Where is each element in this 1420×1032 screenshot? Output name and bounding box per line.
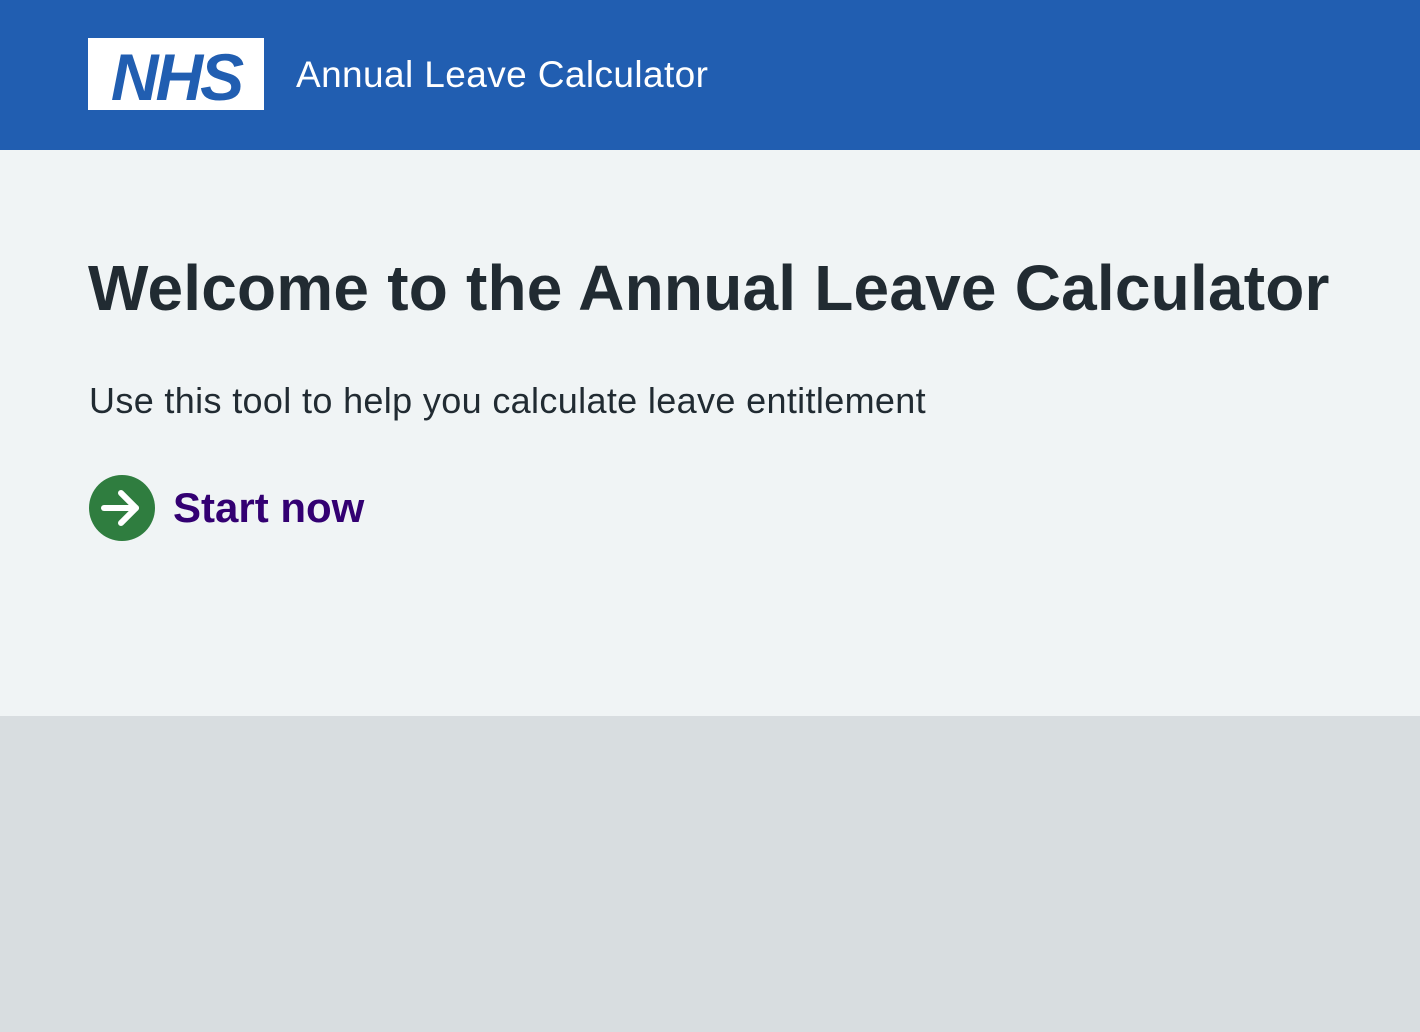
service-name-link[interactable]: Annual Leave Calculator: [296, 53, 708, 97]
start-now-link[interactable]: Start now: [88, 474, 364, 542]
site-header: NHS Annual Leave Calculator: [0, 0, 1420, 150]
page-title: Welcome to the Annual Leave Calculator: [88, 252, 1330, 324]
nhs-logo-link[interactable]: NHS: [88, 38, 264, 114]
page-lede: Use this tool to help you calculate leav…: [89, 380, 927, 421]
nhs-logo-text: NHS: [111, 40, 244, 110]
start-now-label: Start now: [173, 484, 365, 531]
main-content: Welcome to the Annual Leave Calculator U…: [0, 150, 1420, 716]
nhs-logo: NHS: [88, 38, 264, 114]
arrow-right-circle-icon: [89, 475, 155, 541]
site-footer: [0, 716, 1420, 1032]
